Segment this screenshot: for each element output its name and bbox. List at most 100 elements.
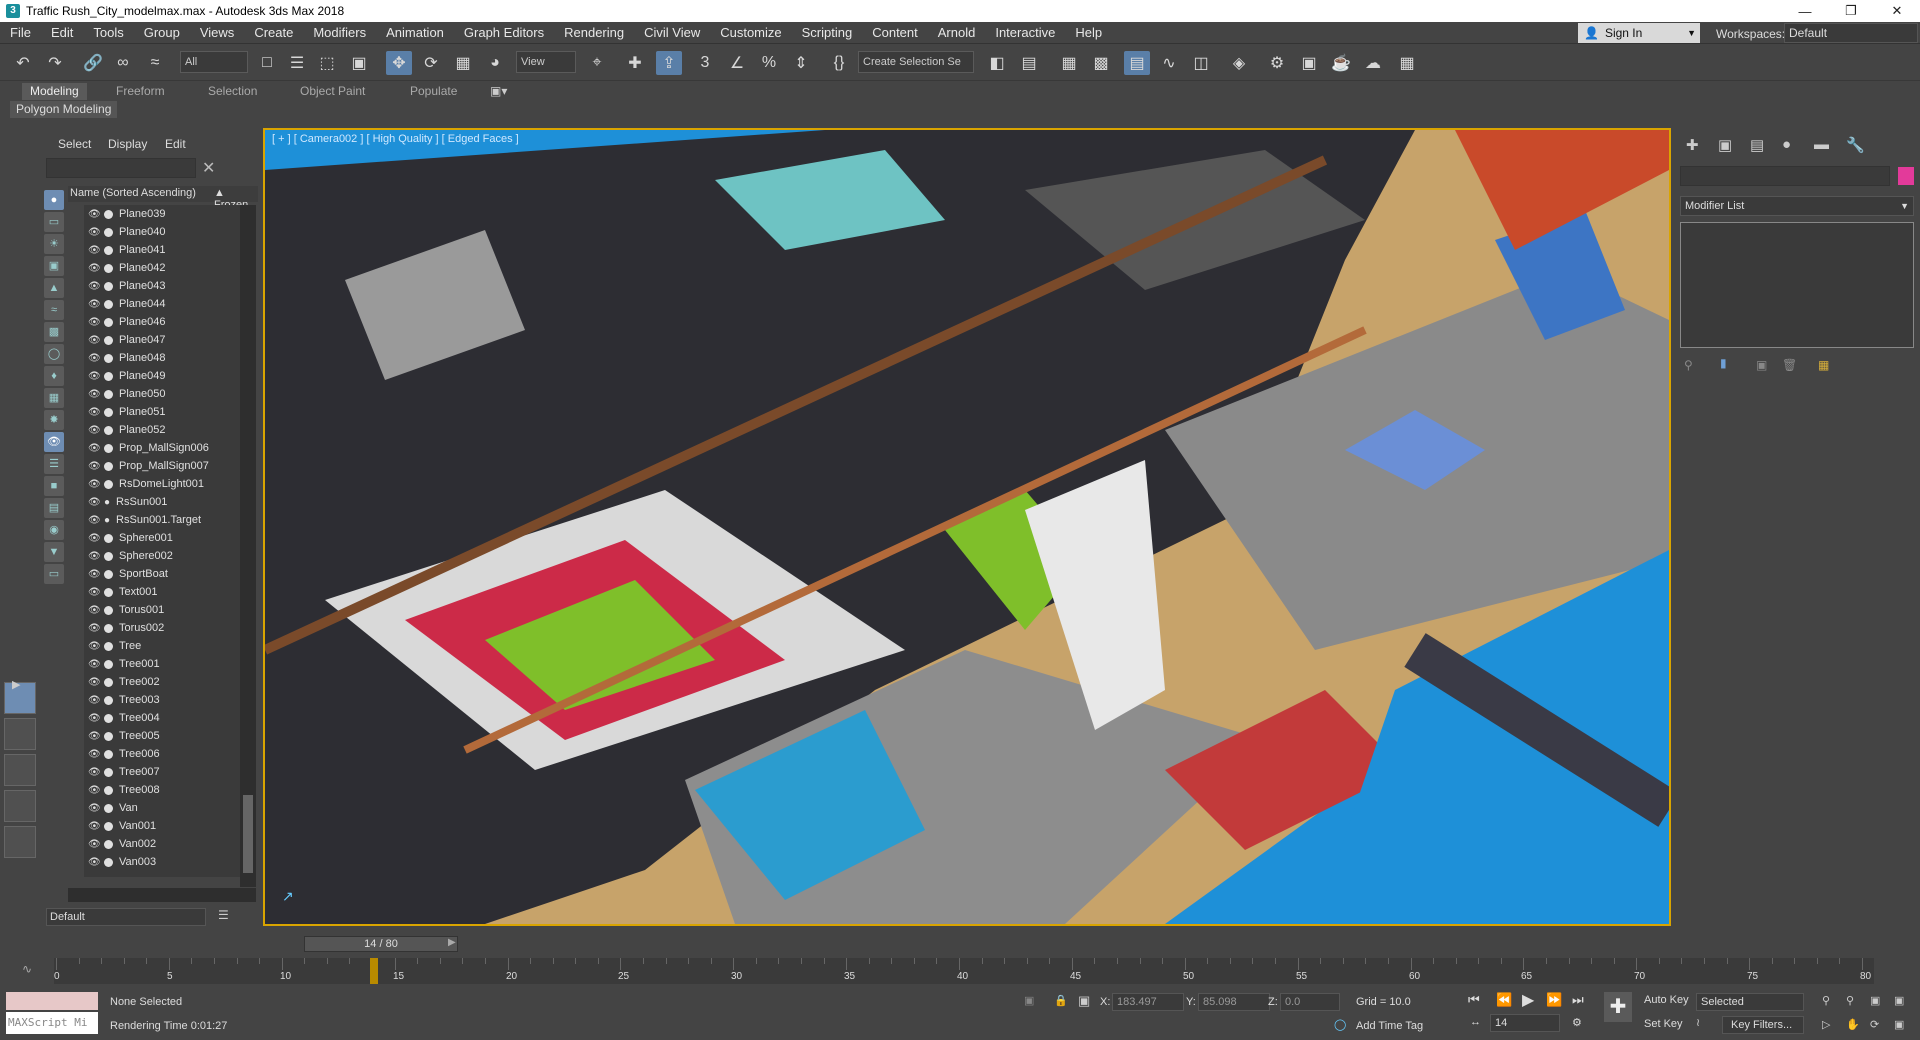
eye-icon[interactable]: 👁 [88,641,101,652]
place-icon[interactable]: ◕ [482,51,508,75]
list-item[interactable]: 👁 Plane049 [84,367,240,385]
key-mode-toggle-icon[interactable]: ↔ [1470,1016,1481,1028]
manipulate-icon[interactable]: ✚ [622,51,648,75]
x-coordinate-field[interactable]: 183.497 [1112,993,1184,1011]
z-coordinate-field[interactable]: 0.0 [1280,993,1340,1011]
curve-editor-icon[interactable]: ∿ [1156,51,1182,75]
selection-lock-icon[interactable]: 🔒 [1054,994,1068,1007]
eye-icon[interactable]: 👁 [88,749,101,760]
show-end-result-icon[interactable]: ▮ [1720,356,1727,370]
list-item[interactable]: 👁 Plane046 [84,313,240,331]
material-editor-icon[interactable]: ◈ [1226,51,1252,75]
menu-create[interactable]: Create [244,25,303,40]
eye-icon[interactable]: 👁 [88,605,101,616]
list-item[interactable]: 👁 Tree005 [84,727,240,745]
list-item[interactable]: 👁 Tree [84,637,240,655]
snaps-toggle-icon[interactable]: 3 [692,51,718,75]
filter-funnel-icon[interactable]: ▼ [44,542,64,562]
zoom-extents-all-icon[interactable]: ▣ [1894,994,1904,1007]
tab-freeform[interactable]: Freeform [116,83,165,100]
list-item[interactable]: 👁 Tree008 [84,781,240,799]
eye-icon[interactable]: 👁 [88,461,101,472]
polygon-modeling-panel[interactable]: Polygon Modeling [10,101,118,118]
layout-tab-triple[interactable] [4,754,36,786]
current-frame-field[interactable]: 14 [1490,1014,1560,1032]
list-item[interactable]: 👁 Van003 [84,853,240,871]
modifier-list-dropdown[interactable]: Modifier List ▼ [1680,196,1914,216]
zoom-all-icon[interactable]: ⚲ [1846,994,1854,1007]
list-item[interactable]: 👁 Tree003 [84,691,240,709]
eye-icon[interactable]: 👁 [88,371,101,382]
ribbon-options-icon[interactable]: ▣▾ [490,83,507,100]
rendered-frame-window-icon[interactable]: ▣ [1296,51,1322,75]
key-mode-dropdown[interactable]: Selected [1696,993,1804,1011]
align-icon[interactable]: ▤ [1016,51,1042,75]
menu-group[interactable]: Group [134,25,190,40]
eye-icon[interactable]: 👁 [88,299,101,310]
menu-scripting[interactable]: Scripting [792,25,863,40]
filter-containers-icon[interactable]: ▦ [44,388,64,408]
tab-object-paint[interactable]: Object Paint [300,83,365,100]
track-bar[interactable]: 0 5 10 15 20 25 30 35 40 45 50 55 60 65 70 75 80 [54,958,1874,984]
filter-xrefs-icon[interactable]: ◯ [44,344,64,364]
list-item[interactable]: 👁 Plane040 [84,223,240,241]
orbit-icon[interactable]: ⟳ [1870,1018,1879,1031]
list-item[interactable]: 👁 Tree001 [84,655,240,673]
eye-icon[interactable]: 👁 [88,533,101,544]
edit-named-selection-icon[interactable]: {} [826,51,852,75]
play-icon[interactable]: ▶ [1522,990,1534,1010]
list-item[interactable]: 👁 Plane039 [84,205,240,223]
eye-icon[interactable]: 👁 [88,821,101,832]
layer-dropdown[interactable]: Default [46,908,206,926]
eye-icon[interactable]: 👁 [88,713,101,724]
close-button[interactable]: ✕ [1874,0,1920,22]
minimize-button[interactable]: — [1782,0,1828,22]
angle-snap-icon[interactable]: ∠ [724,51,750,75]
list-item[interactable]: 👁 Torus002 [84,619,240,637]
eye-icon[interactable]: 👁 [88,515,101,526]
rectangular-selection-icon[interactable]: ⬚ [314,51,340,75]
list-item[interactable]: 👁 Tree007 [84,763,240,781]
remove-modifier-icon[interactable]: 🗑 [1782,358,1797,372]
filter-lights-icon[interactable]: ☀ [44,234,64,254]
maxscript-listener[interactable] [6,992,98,1010]
perspective-viewport[interactable] [263,128,1671,926]
select-all-icon[interactable]: ■ [44,476,64,496]
scene-explorer-tab-select[interactable]: Select [58,137,91,151]
render-setup-icon[interactable]: ⚙ [1264,51,1290,75]
workspace-select[interactable]: Default [1784,23,1918,43]
eye-icon[interactable]: 👁 [88,389,101,400]
menu-interactive[interactable]: Interactive [985,25,1065,40]
mirror-icon[interactable]: ◧ [984,51,1010,75]
filter-groups-icon[interactable]: ▩ [44,322,64,342]
layout-tab-quad[interactable] [4,826,36,858]
eye-icon[interactable]: 👁 [88,731,101,742]
zoom-extents-icon[interactable]: ▣ [1870,994,1880,1007]
pivot-center-icon[interactable]: ⌖ [584,51,610,75]
menu-help[interactable]: Help [1065,25,1112,40]
list-item[interactable]: 👁 ● RsSun001 [84,493,240,511]
display-tab-icon[interactable]: ▬ [1814,136,1829,153]
maximize-button[interactable]: ❐ [1828,0,1874,22]
eye-icon[interactable]: 👁 [88,767,101,778]
eye-icon[interactable]: 👁 [88,695,101,706]
time-slider[interactable]: 14 / 80 [304,936,458,952]
auto-key-button[interactable]: Auto Key [1644,994,1689,1006]
eye-icon[interactable]: 👁 [88,353,101,364]
scene-explorer-toggle-icon[interactable]: ▦ [1056,51,1082,75]
eye-icon[interactable]: 👁 [88,551,101,562]
eye-icon[interactable]: 👁 [88,479,101,490]
filter-geometry-icon[interactable]: ● [44,190,64,210]
scene-search-input[interactable] [46,158,196,178]
tab-modeling[interactable]: Modeling [22,83,87,100]
eye-icon[interactable]: 👁 [88,569,101,580]
spinner-snap-icon[interactable]: ⇕ [788,51,814,75]
pin-stack-icon[interactable]: ⚲ [1684,358,1693,372]
undo-icon[interactable]: ↶ [10,51,36,75]
menu-customize[interactable]: Customize [710,25,791,40]
previous-frame-icon[interactable]: ⏪ [1496,992,1512,1008]
y-coordinate-field[interactable]: 85.098 [1198,993,1270,1011]
layer-stack-icon[interactable]: ☰ [218,908,229,922]
list-item[interactable]: 👁 Van002 [84,835,240,853]
window-crossing-icon[interactable]: ▣ [346,51,372,75]
